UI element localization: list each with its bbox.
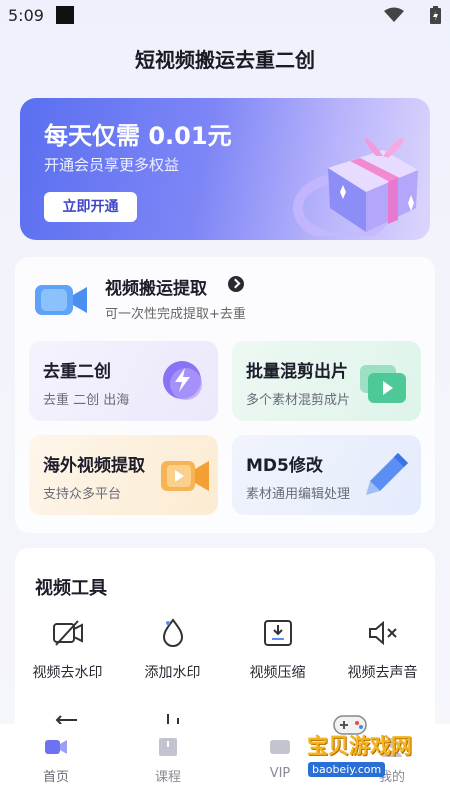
tile-subtitle: 素材通用编辑处理 bbox=[246, 487, 351, 502]
feature-card: 视频搬运提取 可一次性完成提取+去重 去重二创 去重 二创 出海 批量混剪出片 … bbox=[15, 257, 435, 533]
nav-label: 首页 bbox=[42, 770, 69, 785]
tile-dedup-remix[interactable]: 去重二创 去重 二创 出海 bbox=[29, 341, 218, 421]
tile-subtitle: 多个素材混剪成片 bbox=[246, 393, 351, 408]
status-time: 5:09 bbox=[8, 6, 44, 25]
pencil-icon bbox=[366, 453, 408, 495]
video-home-icon bbox=[45, 740, 67, 754]
video-camera-icon bbox=[35, 285, 87, 315]
tile-title: 去重二创 bbox=[43, 362, 111, 382]
droplet-icon bbox=[162, 618, 184, 647]
chevron-right-icon[interactable] bbox=[228, 276, 244, 292]
nav-home[interactable]: 首页 bbox=[16, 736, 96, 790]
banner-title: 每天仅需 0.01元 bbox=[44, 122, 232, 150]
open-membership-button[interactable]: 立即开通 bbox=[44, 192, 137, 222]
mute-icon bbox=[369, 620, 397, 646]
lightning-icon bbox=[163, 361, 202, 400]
site-watermark: 宝贝游戏网 baobeiy.com bbox=[300, 712, 450, 786]
tile-title: 海外视频提取 bbox=[43, 456, 145, 476]
tile-title: 批量混剪出片 bbox=[246, 362, 348, 382]
video-extract-subtitle: 可一次性完成提取+去重 bbox=[105, 307, 246, 322]
tool-label: 视频去声音 bbox=[347, 665, 418, 681]
tool-label: 视频压缩 bbox=[249, 665, 306, 681]
page-title: 短视频搬运去重二创 bbox=[135, 48, 315, 72]
tool-label: 添加水印 bbox=[144, 665, 201, 681]
tile-md5-modify[interactable]: MD5修改 素材通用编辑处理 bbox=[232, 435, 421, 515]
tools-title: 视频工具 bbox=[35, 578, 107, 599]
tile-subtitle: 支持众多平台 bbox=[43, 487, 122, 502]
tile-title: MD5修改 bbox=[246, 456, 323, 476]
nav-label: 课程 bbox=[154, 770, 181, 785]
banner-subtitle: 开通会员享更多权益 bbox=[44, 156, 180, 174]
tile-subtitle: 去重 二创 出海 bbox=[43, 393, 130, 408]
tool-mute[interactable]: 视频去声音 bbox=[330, 618, 435, 688]
tile-overseas-extract[interactable]: 海外视频提取 支持众多平台 bbox=[29, 435, 218, 515]
status-bar: 5:09 bbox=[0, 0, 450, 30]
gift-box-icon bbox=[293, 137, 418, 236]
video-extract-title[interactable]: 视频搬运提取 bbox=[105, 274, 207, 299]
tool-label: 视频去水印 bbox=[32, 665, 103, 681]
wifi-icon bbox=[384, 7, 404, 22]
watermark-text: 宝贝游戏网 bbox=[307, 734, 412, 758]
film-play-icon bbox=[360, 365, 406, 403]
nav-course[interactable]: 课程 bbox=[128, 736, 208, 790]
battery-icon bbox=[430, 6, 441, 24]
video-crossed-icon bbox=[53, 620, 83, 646]
video-camera-icon bbox=[161, 461, 209, 491]
tile-batch-mix[interactable]: 批量混剪出片 多个素材混剪成片 bbox=[232, 341, 421, 421]
compress-icon bbox=[264, 620, 292, 646]
vip-banner[interactable]: 每天仅需 0.01元 开通会员享更多权益 立即开通 bbox=[20, 98, 430, 240]
book-icon bbox=[159, 738, 177, 756]
notification-icon bbox=[56, 6, 74, 24]
tool-add-watermark[interactable]: 添加水印 bbox=[120, 618, 225, 688]
tool-remove-watermark[interactable]: 视频去水印 bbox=[15, 618, 120, 688]
vip-icon bbox=[270, 740, 290, 754]
tool-compress[interactable]: 视频压缩 bbox=[225, 618, 330, 688]
watermark-url: baobeiy.com bbox=[308, 762, 386, 777]
